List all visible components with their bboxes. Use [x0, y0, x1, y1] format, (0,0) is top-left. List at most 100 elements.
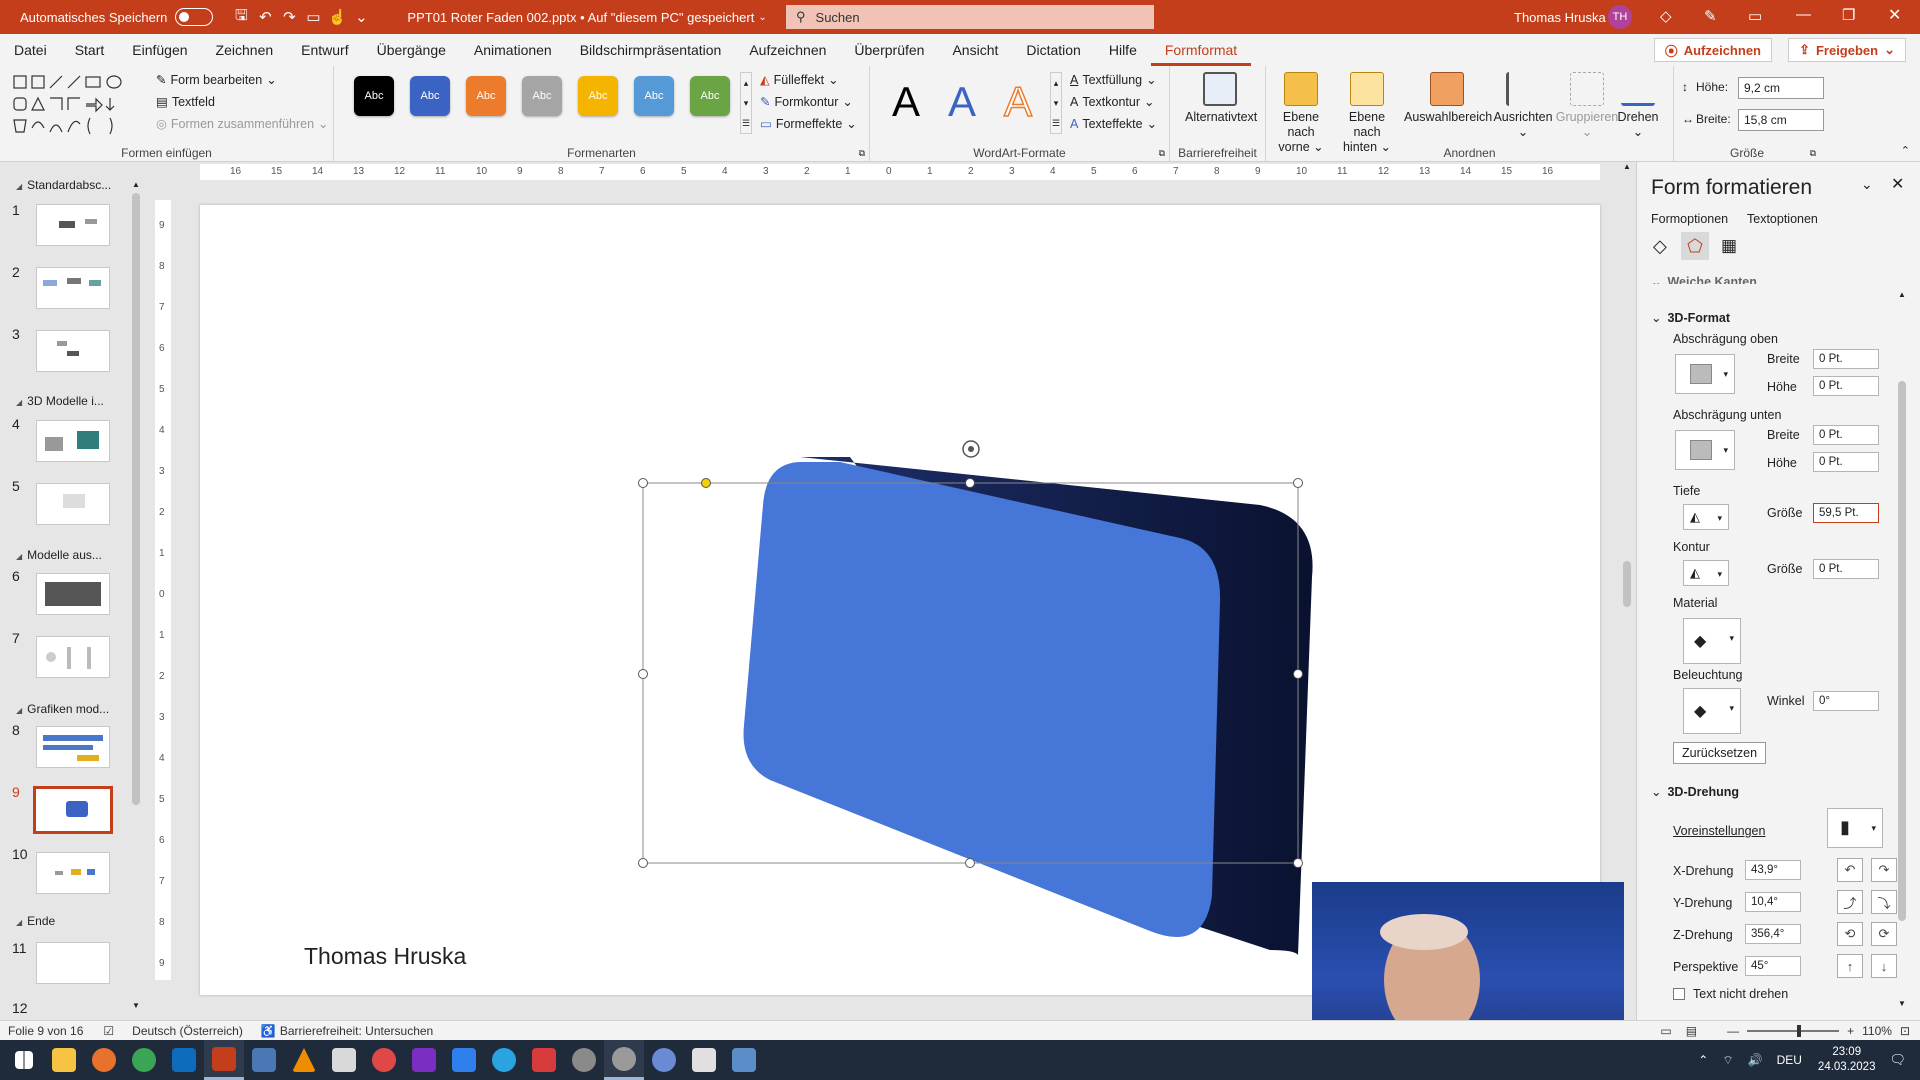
tab-animations[interactable]: Animationen [460, 34, 566, 66]
tab-transitions[interactable]: Übergänge [363, 34, 460, 66]
text-effects-button[interactable]: A Texteffekte ⌄ [1070, 116, 1157, 132]
keep-text-flat-checkbox[interactable] [1673, 988, 1685, 1000]
slide-thumbnail[interactable] [36, 483, 110, 525]
tab-start[interactable]: Start [61, 34, 119, 66]
style-swatch[interactable]: Abc [466, 76, 506, 116]
depth-color-dropdown[interactable]: ◭ ▾ [1683, 504, 1729, 530]
zoom-in-icon[interactable]: + [1847, 1024, 1854, 1038]
taskbar-app[interactable] [284, 1040, 324, 1080]
rotate-ccw-icon[interactable]: ⟲ [1837, 922, 1863, 946]
rotate-cw-icon[interactable]: ⟳ [1871, 922, 1897, 946]
style-swatch[interactable]: Abc [634, 76, 674, 116]
merge-shapes-button[interactable]: ◎ Formen zusammenführen ⌄ [156, 116, 329, 132]
taskbar-app[interactable] [564, 1040, 604, 1080]
language-indicator[interactable]: Deutsch (Österreich) [132, 1024, 243, 1038]
accessibility-status-icon[interactable]: ♿ [261, 1024, 276, 1038]
zoom-out-icon[interactable]: — [1727, 1024, 1739, 1038]
author-text[interactable]: Thomas Hruska [304, 943, 466, 970]
y-rotation-field[interactable]: 10,4° [1745, 892, 1801, 912]
shapes-gallery[interactable] [10, 72, 140, 138]
close-pane-icon[interactable]: ✕ [1891, 174, 1904, 194]
search-box[interactable]: ⚲ Suchen [786, 5, 1154, 29]
chevron-down-icon[interactable]: ⌄ [1861, 176, 1873, 193]
section-soft-edges[interactable]: Weiche Kanten [1651, 274, 1756, 284]
taskbar-app[interactable] [604, 1040, 644, 1080]
record-button[interactable]: ⦿ Aufzeichnen [1653, 38, 1772, 62]
tab-dictation[interactable]: Dictation [1012, 34, 1094, 66]
contour-size-field[interactable]: 0 Pt. [1813, 559, 1879, 579]
document-title[interactable]: PPT01 Roter Faden 002.pptx • Auf "diesem… [407, 10, 754, 25]
section-3d-format[interactable]: 3D-Format [1651, 310, 1730, 325]
wordart-blue[interactable]: A [948, 78, 976, 126]
accessibility-check-icon[interactable]: ☑ [103, 1024, 114, 1038]
bevel-bottom-width-field[interactable]: 0 Pt. [1813, 425, 1879, 445]
section-header[interactable]: 3D Modelle i... [16, 394, 104, 408]
z-rotation-field[interactable]: 356,4° [1745, 924, 1801, 944]
redo-icon[interactable]: ↷ [277, 8, 301, 26]
wordart-orange-outline[interactable]: A [1003, 77, 1033, 126]
collapse-ribbon-icon[interactable]: ⌃ [1901, 144, 1910, 157]
style-swatch[interactable]: Abc [522, 76, 562, 116]
accessibility-status[interactable]: Barrierefreiheit: Untersuchen [280, 1024, 433, 1038]
perspective-decrease-icon[interactable]: ↓ [1871, 954, 1897, 978]
close-icon[interactable]: ✕ [1888, 5, 1901, 25]
perspective-field[interactable]: 45° [1745, 956, 1801, 976]
angle-field[interactable]: 0° [1813, 691, 1879, 711]
slide-thumbnail[interactable] [36, 726, 110, 768]
bevel-top-height-field[interactable]: 0 Pt. [1813, 376, 1879, 396]
clock[interactable]: 23:09 24.03.2023 [1818, 1045, 1876, 1075]
taskbar-app[interactable] [204, 1040, 244, 1080]
selection-pane-button[interactable]: Auswahlbereich [1404, 70, 1492, 125]
tab-help[interactable]: Hilfe [1095, 34, 1151, 66]
slide-thumbnail-selected[interactable] [33, 786, 113, 834]
rotate-down-icon[interactable]: ⤵ [1871, 890, 1897, 914]
reset-button[interactable]: Zurücksetzen [1673, 742, 1767, 764]
bring-forward-button[interactable]: Ebene nach vorne ⌄ [1268, 70, 1334, 155]
slide-thumbnail[interactable] [36, 852, 110, 894]
network-icon[interactable]: ⌔ [1722, 1053, 1733, 1068]
rotate-right-icon[interactable]: ↷ [1871, 858, 1897, 882]
tab-shape-format[interactable]: Formformat [1150, 34, 1252, 66]
taskbar-app[interactable] [404, 1040, 444, 1080]
taskbar-app[interactable] [684, 1040, 724, 1080]
tab-insert[interactable]: Einfügen [118, 34, 201, 66]
shape-outline-button[interactable]: ✎ Formkontur ⌄ [760, 94, 853, 110]
taskbar-app[interactable] [364, 1040, 404, 1080]
style-swatch[interactable]: Abc [578, 76, 618, 116]
shape-effects-button[interactable]: ▭ Formeffekte ⌄ [760, 116, 857, 132]
shape-3d-front[interactable] [743, 462, 1221, 938]
taskbar-app[interactable] [124, 1040, 164, 1080]
bevel-bottom-height-field[interactable]: 0 Pt. [1813, 452, 1879, 472]
zoom-level[interactable]: 110% [1862, 1024, 1892, 1038]
maximize-icon[interactable]: ❐ [1842, 6, 1855, 24]
pen-icon[interactable]: ✎ [1704, 7, 1717, 25]
tray-chevron-icon[interactable]: ⌃ [1698, 1053, 1708, 1067]
gallery-scroll[interactable]: ▴ ▾ ☰ [1050, 72, 1062, 134]
save-icon[interactable]: 🖫 [229, 5, 253, 30]
contour-color-dropdown[interactable]: ◭ ▾ [1683, 560, 1729, 586]
shape-fill-button[interactable]: ◭ Fülleffekt ⌄ [760, 72, 839, 88]
customize-qat-icon[interactable]: ⌄ [349, 8, 373, 26]
taskbar-app[interactable] [444, 1040, 484, 1080]
slide-thumbnail[interactable] [36, 636, 110, 678]
taskbar-app[interactable] [484, 1040, 524, 1080]
width-field[interactable]: 15,8 cm [1738, 109, 1824, 131]
edit-shape-button[interactable]: ✎ Form bearbeiten ⌄ [156, 72, 277, 88]
bevel-bottom-dropdown[interactable]: ▾ [1675, 430, 1735, 470]
slide-thumbnail[interactable] [36, 573, 110, 615]
slide-canvas[interactable]: Thomas Hruska [200, 205, 1600, 995]
scrollbar-thumb[interactable] [132, 193, 140, 805]
rotate-up-icon[interactable]: ⤴ [1837, 890, 1863, 914]
start-button[interactable] [4, 1040, 44, 1080]
taskbar-app[interactable] [644, 1040, 684, 1080]
slide-thumbnail[interactable] [36, 942, 110, 984]
ribbon-display-icon[interactable]: ▭ [1748, 7, 1762, 25]
taskbar-app[interactable] [244, 1040, 284, 1080]
diamond-icon[interactable]: ◇ [1660, 7, 1672, 25]
gallery-scroll[interactable]: ▴ ▾ ☰ [740, 72, 752, 134]
style-swatch[interactable]: Abc [690, 76, 730, 116]
normal-view-icon[interactable]: ▭ [1660, 1024, 1671, 1038]
tab-file[interactable]: Datei [0, 34, 61, 66]
scrollbar-thumb[interactable] [1623, 561, 1631, 607]
height-field[interactable]: 9,2 cm [1738, 77, 1824, 99]
